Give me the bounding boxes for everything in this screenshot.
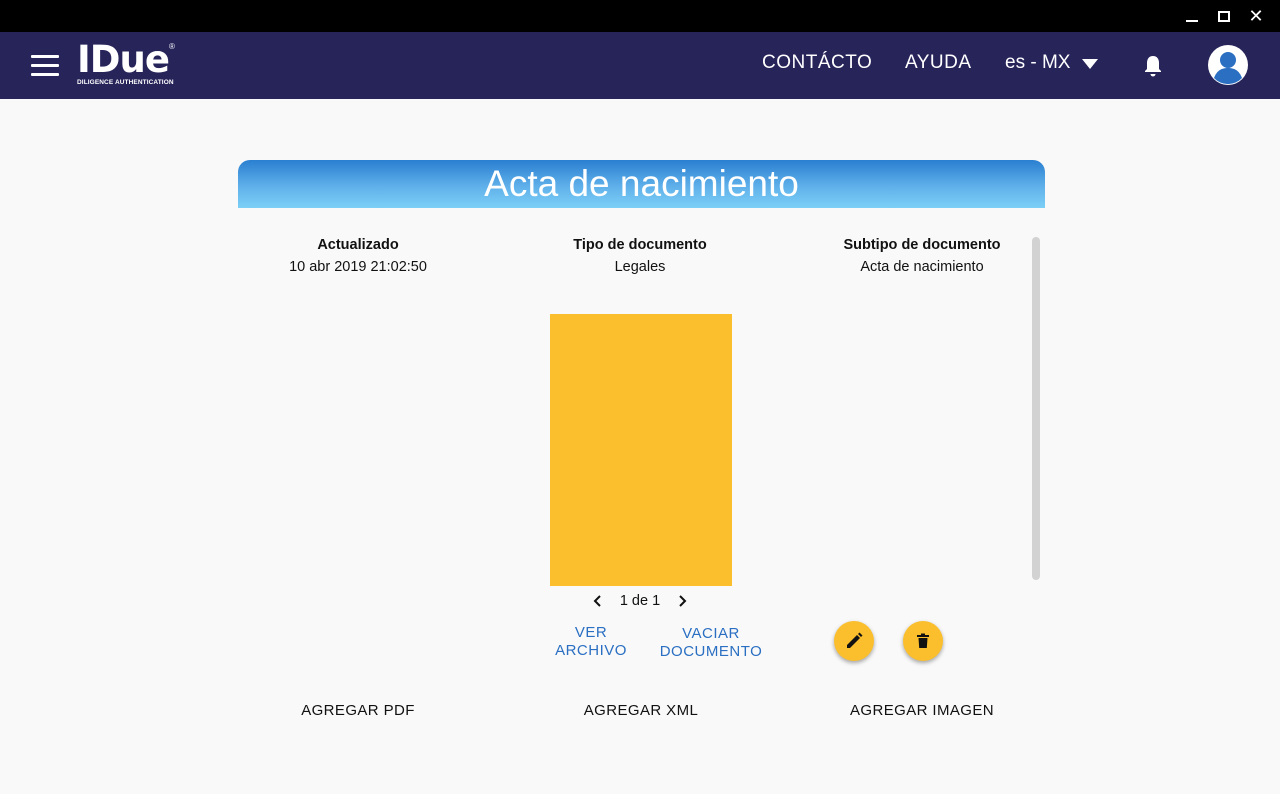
chevron-left-icon [593,595,601,607]
empty-document-button[interactable]: VACIAR DOCUMENTO [650,625,772,661]
close-button[interactable]: ✕ [1240,0,1272,32]
language-value: es - MX [1005,52,1071,73]
edit-button[interactable] [834,621,874,661]
add-xml-button[interactable]: AGREGAR XML [531,702,751,719]
page-navigator: 1 de 1 [588,590,692,612]
document-type-value: Legales [614,259,666,275]
minimize-button[interactable] [1176,0,1208,32]
previous-page-button[interactable] [588,591,608,611]
document-preview[interactable] [550,314,732,586]
logo-text: IDue [77,38,170,81]
document-type-label: Tipo de documento [573,237,707,253]
add-image-button[interactable]: AGREGAR IMAGEN [812,702,1032,719]
document-title: Acta de nacimiento [238,160,1045,208]
next-page-button[interactable] [672,591,692,611]
document-subtype-value: Acta de nacimiento [860,259,984,275]
language-selector[interactable]: es - MX [1005,52,1099,74]
user-avatar-icon[interactable] [1207,44,1249,86]
nav-contacto-link[interactable]: CONTÁCTO [762,52,872,74]
logo-subtitle: DILIGENCE AUTHENTICATION [77,79,174,86]
chevron-right-icon [679,595,687,607]
view-file-label-line2: ARCHIVO [555,642,627,659]
window-titlebar: ✕ [0,0,1280,32]
page-indicator: 1 de 1 [619,593,661,609]
logo-registered-mark: ® [169,42,175,51]
updated-info: Actualizado 10 abr 2019 21:02:50 [238,234,478,278]
maximize-icon [1218,10,1230,22]
view-file-button[interactable]: VER ARCHIVO [548,624,634,660]
updated-value: 10 abr 2019 21:02:50 [289,259,427,275]
menu-icon[interactable] [31,55,59,76]
document-type-info: Tipo de documento Legales [520,234,760,278]
scrollbar[interactable] [1032,237,1040,580]
delete-button[interactable] [903,621,943,661]
pencil-icon [847,632,863,648]
minimize-icon [1186,20,1198,22]
empty-document-label-line1: VACIAR [682,625,740,642]
close-icon: ✕ [1248,5,1264,27]
document-subtype-info: Subtipo de documento Acta de nacimiento [802,234,1042,278]
nav-ayuda-link[interactable]: AYUDA [905,52,972,74]
add-pdf-button[interactable]: AGREGAR PDF [248,702,468,719]
brand-logo: IDue ® DILIGENCE AUTHENTICATION [77,38,175,87]
empty-document-label-line2: DOCUMENTO [659,643,763,660]
app-header: IDue ® DILIGENCE AUTHENTICATION CONTÁCTO… [0,32,1280,99]
updated-label: Actualizado [317,237,399,253]
trash-icon [917,633,929,648]
bell-icon[interactable] [1143,54,1163,78]
document-subtype-label: Subtipo de documento [843,237,1001,253]
view-file-label-line1: VER [574,624,608,641]
caret-down-icon [1082,59,1099,69]
maximize-button[interactable] [1208,0,1240,32]
